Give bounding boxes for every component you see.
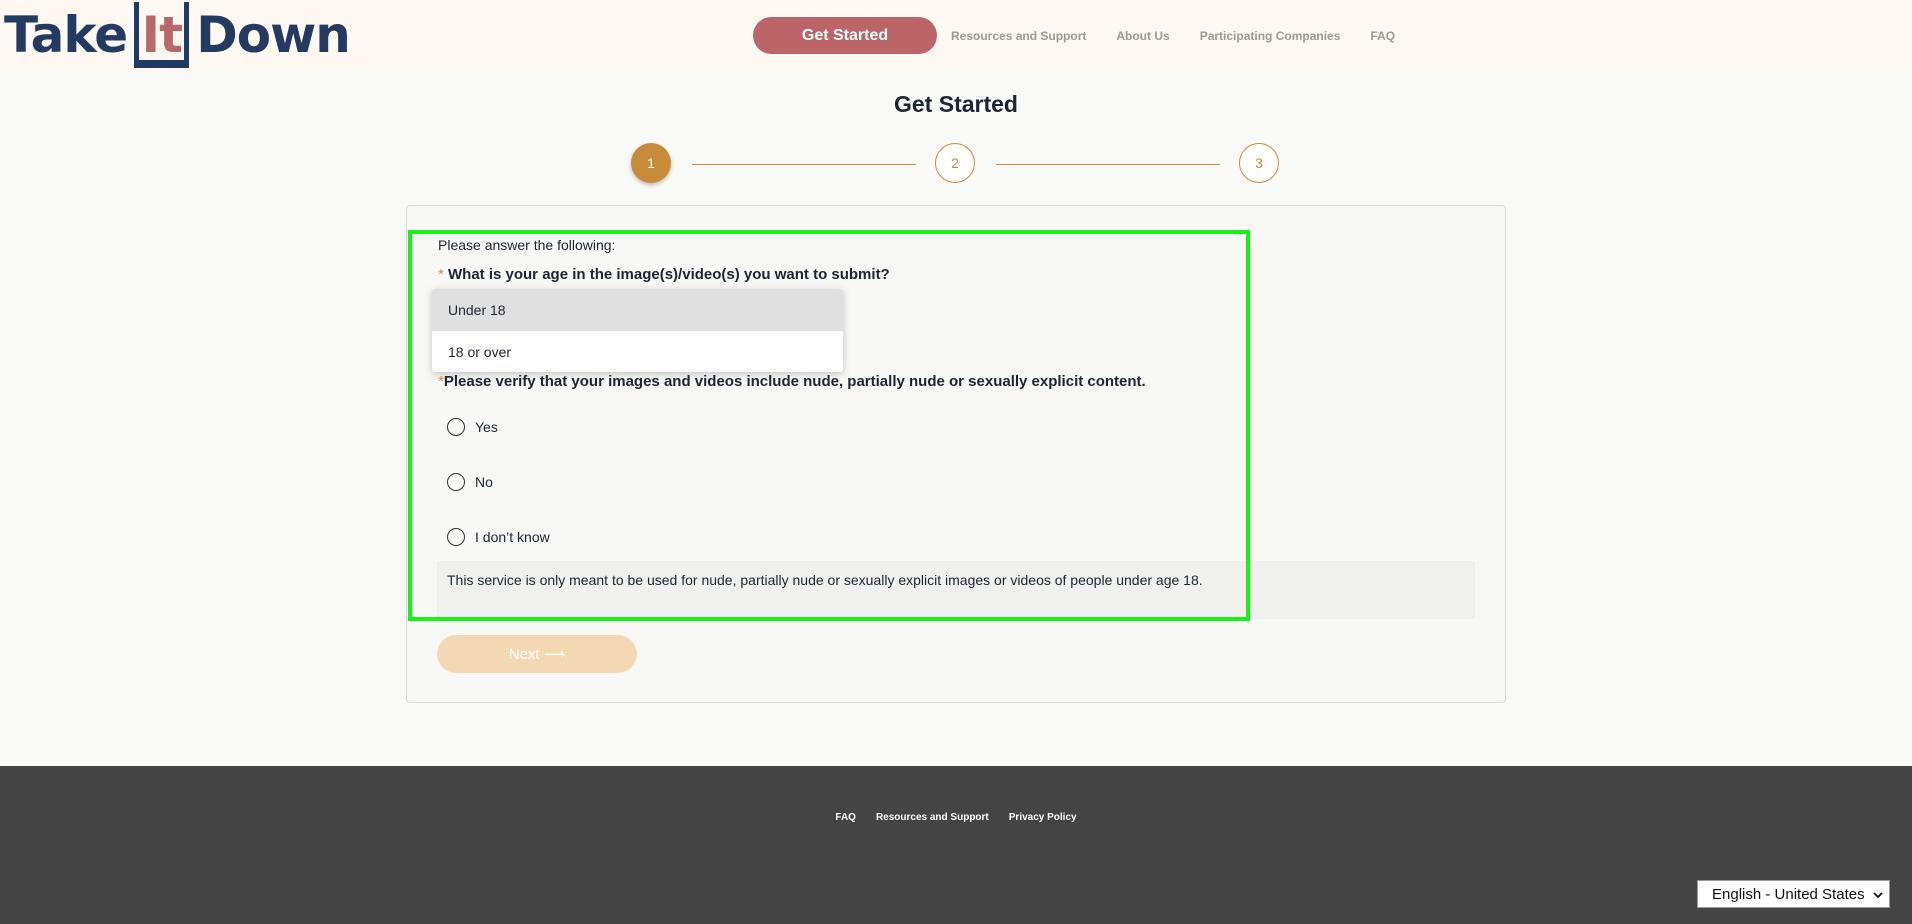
- radio-button[interactable]: [447, 528, 465, 546]
- site-footer: FAQ Resources and Support Privacy Policy: [0, 766, 1912, 924]
- service-note: This service is only meant to be used fo…: [437, 561, 1475, 619]
- radio-button[interactable]: [447, 418, 465, 436]
- step-connector: [692, 164, 916, 165]
- get-started-button[interactable]: Get Started: [753, 17, 937, 54]
- nav-resources-and-support[interactable]: Resources and Support: [951, 29, 1086, 43]
- footer-link-resources[interactable]: Resources and Support: [876, 812, 989, 823]
- footer-link-privacy-policy[interactable]: Privacy Policy: [1009, 812, 1077, 823]
- content-question-label: *Please verify that your images and vide…: [438, 373, 1146, 390]
- radio-option-dont-know[interactable]: I don’t know: [447, 528, 550, 546]
- step-1-indicator: 1: [631, 143, 671, 183]
- logo-word-down: Down: [196, 6, 351, 64]
- logo-word-it: It: [141, 6, 183, 64]
- logo-frame: It: [134, 2, 190, 68]
- content-question-text: Please verify that your images and video…: [443, 373, 1146, 390]
- radio-option-yes[interactable]: Yes: [447, 418, 498, 436]
- take-it-down-logo[interactable]: Take It Down: [4, 0, 351, 70]
- radio-label: I don’t know: [475, 529, 550, 545]
- age-option-18-or-over[interactable]: 18 or over: [432, 331, 843, 372]
- radio-button[interactable]: [447, 473, 465, 491]
- form-intro: Please answer the following:: [438, 237, 616, 253]
- language-select[interactable]: English - United States: [1697, 880, 1890, 908]
- footer-links: FAQ Resources and Support Privacy Policy: [0, 812, 1912, 823]
- radio-option-no[interactable]: No: [447, 473, 493, 491]
- footer-link-faq[interactable]: FAQ: [835, 812, 856, 823]
- nav-faq[interactable]: FAQ: [1370, 29, 1395, 43]
- radio-label: Yes: [475, 419, 498, 435]
- age-question-label: * What is your age in the image(s)/video…: [438, 266, 890, 283]
- age-dropdown-menu[interactable]: Under 18 18 or over: [432, 289, 843, 372]
- language-value: English - United States: [1712, 885, 1865, 903]
- nav-participating-companies[interactable]: Participating Companies: [1200, 29, 1341, 43]
- step-connector: [996, 164, 1220, 165]
- main-nav: Get Started Resources and Support About …: [753, 17, 1395, 54]
- age-question-text: What is your age in the image(s)/video(s…: [448, 266, 890, 283]
- step-3-indicator: 3: [1239, 143, 1279, 183]
- chevron-down-icon: [1873, 886, 1883, 903]
- site-header: Take It Down Get Started Resources and S…: [0, 0, 1912, 72]
- step-2-indicator: 2: [935, 143, 975, 183]
- next-button[interactable]: Next ⟶: [437, 635, 637, 673]
- age-option-under-18[interactable]: Under 18: [432, 289, 843, 331]
- nav-about-us[interactable]: About Us: [1116, 29, 1169, 43]
- page-title: Get Started: [894, 91, 1018, 117]
- radio-label: No: [475, 474, 493, 490]
- logo-word-take: Take: [4, 6, 128, 64]
- required-marker: *: [438, 266, 444, 283]
